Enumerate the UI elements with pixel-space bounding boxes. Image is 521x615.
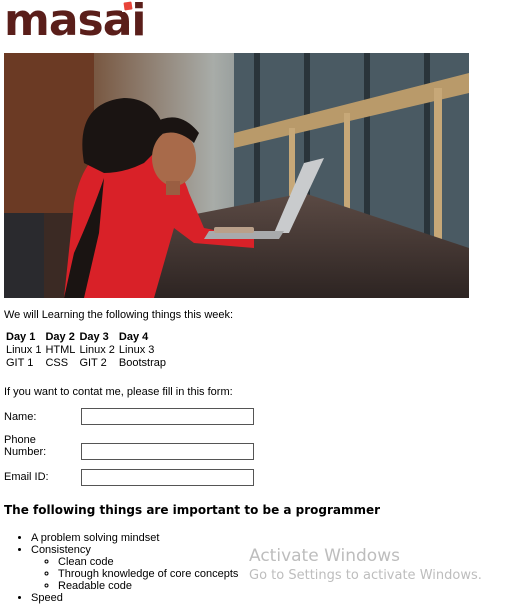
name-input[interactable]	[81, 408, 254, 425]
schedule-cell: HTML	[45, 344, 76, 356]
schedule-cell: GIT 2	[79, 357, 107, 369]
hero-image	[4, 53, 469, 298]
list-item: Speed	[31, 592, 238, 604]
schedule-cell: GIT 1	[6, 357, 34, 369]
schedule-cell: Linux 3	[118, 344, 155, 356]
masai-logo[interactable]: masai	[4, 0, 147, 46]
phone-input[interactable]	[81, 443, 254, 460]
week-intro: We will Learning the following things th…	[4, 309, 234, 321]
schedule-cell: Linux 2	[79, 344, 115, 356]
schedule-header: Day 1	[6, 331, 36, 343]
watermark-subtitle: Go to Settings to activate Windows.	[249, 568, 482, 583]
email-label: Email ID:	[4, 471, 49, 483]
schedule-row: Linux 1 HTML Linux 2 Linux 3	[4, 344, 168, 357]
schedule-cell: Linux 1	[6, 344, 42, 356]
sub-list-item: Readable code	[58, 580, 238, 592]
logo-dot	[123, 1, 133, 11]
schedule-table: Day 1 Day 2 Day 3 Day 4 Linux 1 HTML Lin…	[4, 331, 168, 370]
schedule-header: Day 2	[45, 331, 75, 343]
name-label: Name:	[4, 411, 37, 423]
phone-label-line1: Phone	[4, 434, 36, 446]
schedule-cell: Bootstrap	[118, 357, 167, 369]
schedule-header: Day 3	[79, 331, 109, 343]
schedule-cell: CSS	[45, 357, 69, 369]
watermark-title: Activate Windows	[249, 546, 400, 566]
list-item-label: Consistency	[31, 544, 91, 556]
activation-watermark: Activate Windows Go to Settings to activ…	[249, 545, 482, 585]
list-item: Consistency Clean code Through knowledge…	[31, 544, 238, 592]
form-prompt: If you want to contat me, please fill in…	[4, 386, 233, 398]
schedule-header: Day 4	[118, 331, 149, 343]
important-list: A problem solving mindset Consistency Cl…	[4, 532, 238, 604]
sub-list: Clean code Through knowledge of core con…	[31, 556, 238, 592]
schedule-row: GIT 1 CSS GIT 2 Bootstrap	[4, 357, 168, 370]
sub-list-item: Clean code	[58, 556, 238, 568]
hero-illustration	[4, 53, 469, 298]
schedule-header-row: Day 1 Day 2 Day 3 Day 4	[4, 331, 168, 344]
sub-list-item: Through knowledge of core concepts	[58, 568, 238, 580]
phone-label-line2: Number:	[4, 446, 47, 458]
list-item: A problem solving mindset	[31, 532, 238, 544]
email-input[interactable]	[81, 469, 254, 486]
important-heading: The following things are important to be…	[4, 503, 381, 517]
